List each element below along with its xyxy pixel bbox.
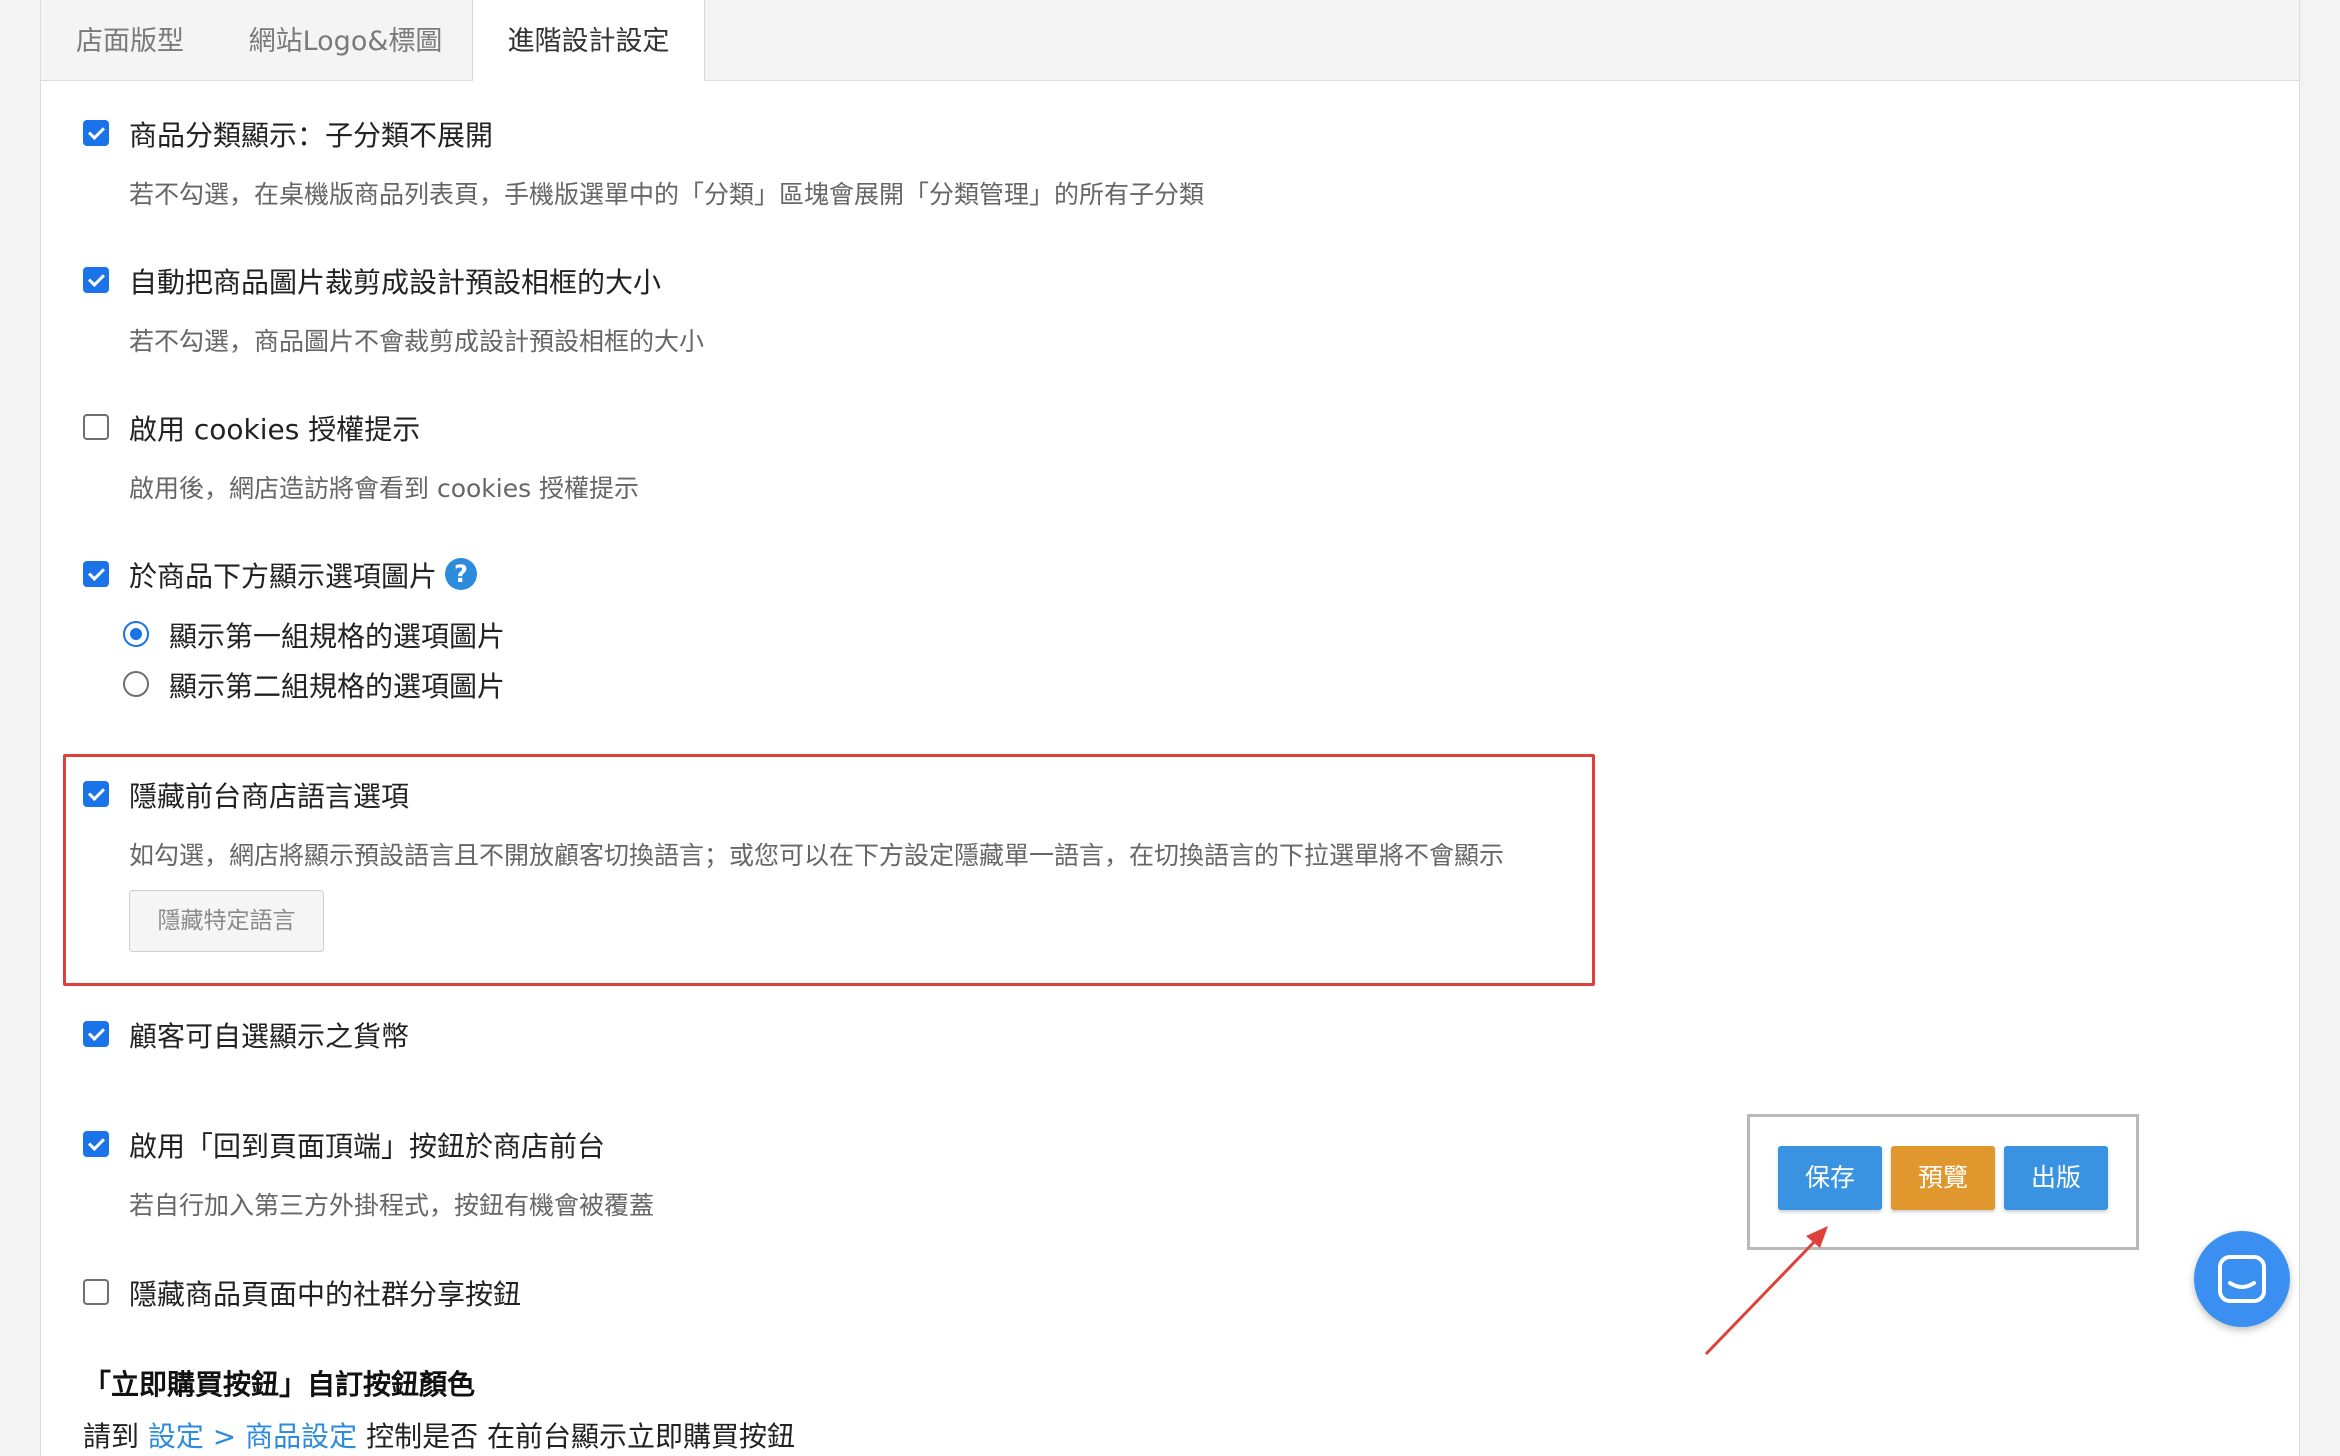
chat-icon — [2218, 1255, 2266, 1303]
chat-widget-button[interactable] — [2194, 1231, 2290, 1327]
annotation-arrow-icon — [1704, 1226, 1828, 1356]
